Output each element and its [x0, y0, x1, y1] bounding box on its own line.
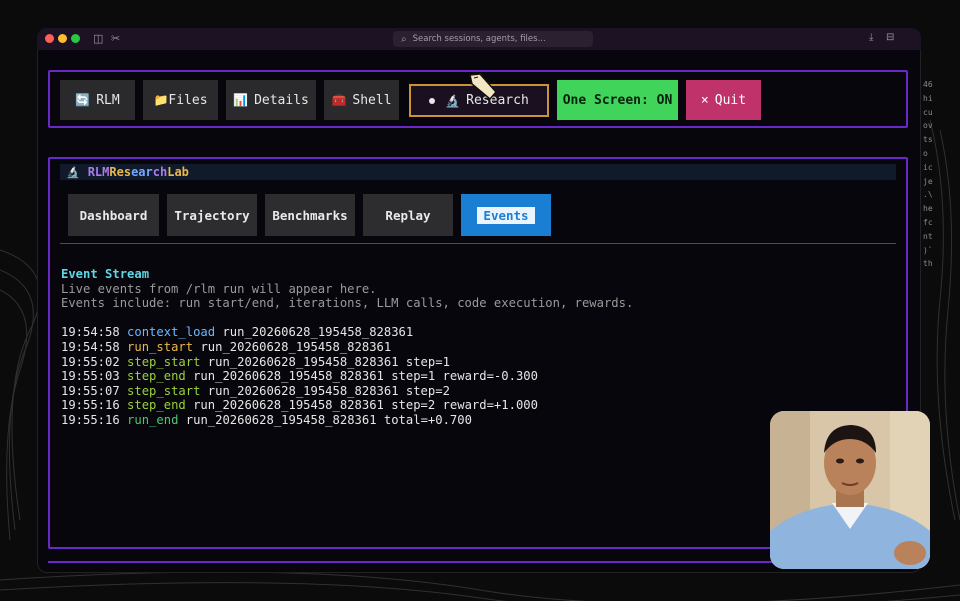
tab-replay[interactable]: Replay — [363, 194, 453, 236]
event-detail: run_20260628_195458_828361 — [222, 325, 414, 340]
event-row: 19:55:02 step_start run_20260628_195458_… — [61, 355, 633, 370]
stream-description: Events include: run start/end, iteration… — [61, 296, 634, 311]
rlm-logo-icon: 🔄 — [75, 93, 91, 107]
event-type: step_start — [127, 354, 201, 369]
event-row: 19:55:16 run_end run_20260628_195458_828… — [61, 413, 633, 428]
tab-divider — [60, 243, 896, 244]
tab-label: Trajectory — [174, 207, 250, 223]
event-list: 19:54:58 context_load run_20260628_19545… — [61, 325, 633, 427]
nav-button-rlm[interactable]: 🔄 RLM — [60, 80, 135, 120]
microscope-icon: 🔬 — [66, 165, 80, 179]
tab-events[interactable]: Events — [461, 194, 551, 236]
event-time: 19:54:58 — [61, 325, 120, 340]
event-type: run_end — [127, 412, 179, 427]
event-time: 19:54:58 — [61, 339, 120, 354]
close-icon: × — [700, 92, 709, 108]
nav-button-details[interactable]: 📊 Details — [226, 80, 316, 120]
tab-label: Events — [477, 206, 535, 224]
search-icon: ⌕ — [401, 33, 407, 45]
event-time: 19:55:07 — [61, 383, 120, 398]
event-time: 19:55:16 — [61, 412, 120, 427]
event-detail: run_20260628_195458_828361 step=1 reward… — [193, 369, 538, 384]
event-detail: run_20260628_195458_828361 total=+0.700 — [185, 412, 472, 427]
event-time: 19:55:03 — [61, 369, 120, 384]
folder-icon: 📁 — [153, 93, 169, 107]
nav-button-label: Shell — [352, 92, 392, 108]
title-bar: ◫ ✂ ⌕ Search sessions, agents, files... … — [37, 28, 921, 50]
event-detail: run_20260628_195458_828361 — [200, 339, 392, 354]
pointer-cursor — [469, 73, 497, 101]
event-stream: Event Stream Live events from /rlm run w… — [61, 267, 633, 428]
tab-label: Replay — [385, 207, 431, 223]
minimize-window-button[interactable] — [58, 34, 67, 43]
close-window-button[interactable] — [45, 34, 54, 43]
presenter-webcam — [770, 411, 930, 569]
maximize-window-button[interactable] — [71, 34, 80, 43]
background-window-text: 46 hi cu ov ts o ic je .\ he fc nt )` th — [923, 80, 933, 269]
lab-title-part: ch — [152, 165, 168, 179]
search-bar[interactable]: ⌕ Search sessions, agents, files... — [393, 31, 593, 47]
quit-button[interactable]: × Quit — [686, 80, 761, 120]
nav-button-files[interactable]: 📁 Files — [143, 80, 218, 120]
lab-title-part: RLM — [87, 165, 110, 179]
bar-chart-icon: 📊 — [233, 93, 249, 107]
event-type: step_end — [127, 398, 186, 413]
lab-title-part: Res — [109, 165, 132, 179]
event-detail: run_20260628_195458_828361 step=2 — [207, 383, 450, 398]
lab-header: 🔬 RLM Res ear ch Lab — [60, 164, 896, 180]
lab-title-part: ear — [131, 165, 153, 179]
event-time: 19:55:02 — [61, 354, 120, 369]
nav-button-shell[interactable]: 🧰 Shell — [324, 80, 399, 120]
nav-button-label: RLM — [96, 92, 120, 108]
tools-icon[interactable]: ✂ — [111, 32, 120, 45]
quit-label: Quit — [714, 92, 747, 108]
download-icon[interactable]: ⤓ — [869, 32, 873, 43]
event-detail: run_20260628_195458_828361 step=2 reward… — [193, 398, 538, 413]
tab-label: Benchmarks — [272, 207, 348, 223]
nav-button-label: Files — [168, 92, 208, 108]
event-detail: run_20260628_195458_828361 step=1 — [207, 354, 450, 369]
search-placeholder: Search sessions, agents, files... — [412, 34, 546, 44]
event-row: 19:54:58 context_load run_20260628_19545… — [61, 325, 633, 340]
event-type: context_load — [127, 325, 216, 340]
inbox-icon[interactable]: ⊟ — [886, 32, 894, 43]
event-row: 19:55:03 step_end run_20260628_195458_82… — [61, 369, 633, 384]
event-type: run_start — [127, 339, 194, 354]
nav-button-label: Details — [254, 92, 309, 108]
toolbox-icon: 🧰 — [331, 93, 347, 107]
tab-label: Dashboard — [79, 207, 148, 223]
tab-benchmarks[interactable]: Benchmarks — [265, 194, 355, 236]
one-screen-label: One Screen: ON — [562, 92, 673, 108]
lab-title-part: Lab — [167, 165, 189, 179]
event-type: step_start — [127, 383, 201, 398]
tab-dashboard[interactable]: Dashboard — [68, 194, 159, 236]
stream-title: Event Stream — [61, 267, 150, 281]
active-indicator-dot — [429, 97, 436, 104]
sidebar-toggle-icon[interactable]: ◫ — [93, 32, 103, 45]
one-screen-toggle[interactable]: One Screen: ON — [557, 80, 678, 120]
event-row: 19:54:58 run_start run_20260628_195458_8… — [61, 340, 633, 355]
event-row: 19:55:07 step_start run_20260628_195458_… — [61, 384, 633, 399]
event-time: 19:55:16 — [61, 398, 120, 413]
microscope-icon: 🔬 — [445, 93, 461, 108]
event-row: 19:55:16 step_end run_20260628_195458_82… — [61, 398, 633, 413]
stream-description: Live events from /rlm run will appear he… — [61, 281, 377, 296]
tab-trajectory[interactable]: Trajectory — [167, 194, 257, 236]
event-type: step_end — [127, 369, 186, 384]
